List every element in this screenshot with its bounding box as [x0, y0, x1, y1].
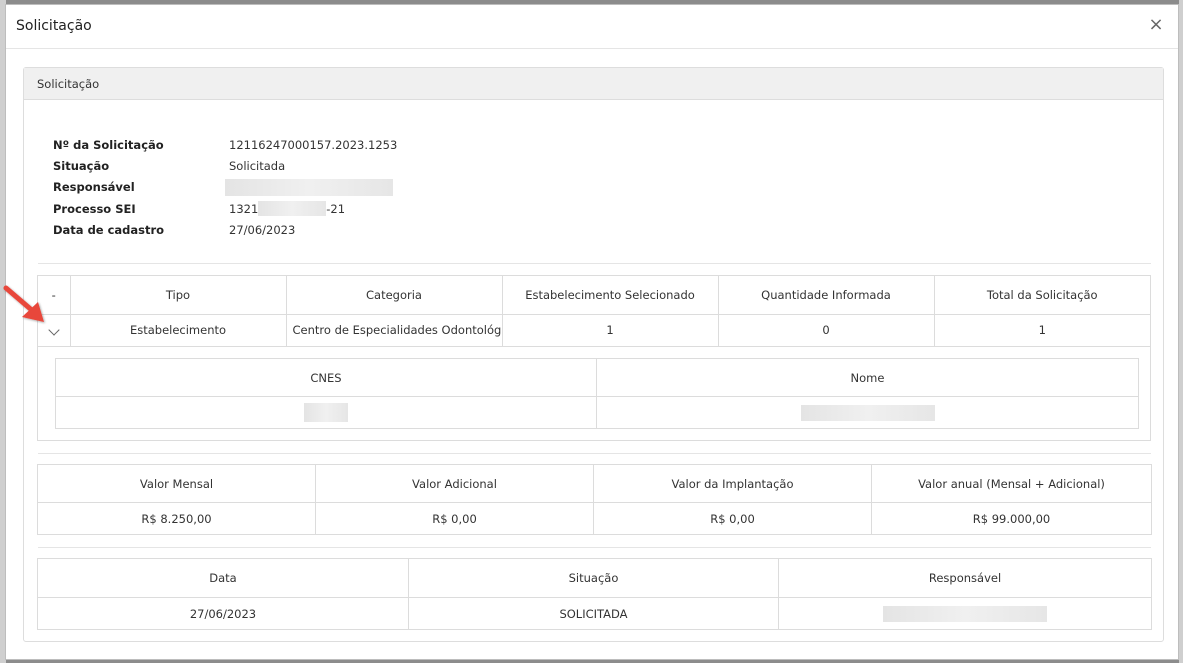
- table-row: 27/06/2023 SOLICITADA: [37, 597, 1152, 630]
- numero-value: 12116247000157.2023.1253: [229, 137, 398, 152]
- col-header-situacao: Situação: [408, 558, 779, 598]
- processo-label: Processo SEI: [53, 201, 136, 216]
- redacted-nome: [800, 404, 935, 421]
- col-header-quantidade: Quantidade Informada: [717, 276, 935, 315]
- col-header-valor-anual: Valor anual (Mensal + Adicional): [871, 464, 1152, 503]
- request-table-box: - Tipo Categoria Estabelecimento Selecio…: [37, 275, 1151, 441]
- data-cadastro-label: Data de cadastro: [53, 222, 165, 237]
- info-row-data: Data de cadastro 27/06/2023: [53, 219, 397, 240]
- chevron-down-icon[interactable]: [48, 324, 60, 336]
- cell-valor-implantacao: R$ 0,00: [593, 502, 872, 535]
- close-icon[interactable]: ×: [1146, 15, 1166, 35]
- cell-valor-anual: R$ 99.000,00: [871, 502, 1152, 535]
- divider: [38, 263, 1151, 264]
- col-header-total: Total da Solicitação: [933, 276, 1150, 315]
- info-row-situacao: Situação Solicitada: [53, 155, 397, 176]
- data-cadastro-value: 27/06/2023: [229, 222, 296, 237]
- info-row-numero: Nº da Solicitação 12116247000157.2023.12…: [53, 134, 397, 155]
- cell-valor-mensal: R$ 8.250,00: [37, 502, 316, 535]
- historico-header-row: Data Situação Responsável: [37, 558, 1152, 598]
- cnes-header-row: CNES Nome: [55, 358, 1139, 397]
- col-header-tipo: Tipo: [69, 276, 287, 315]
- redacted-responsavel: [225, 178, 393, 196]
- valores-table: Valor Mensal Valor Adicional Valor da Im…: [37, 464, 1152, 535]
- cell-quantidade: 0: [717, 313, 935, 347]
- backdrop-right: [1179, 0, 1183, 663]
- cell-valor-adicional: R$ 0,00: [315, 502, 594, 535]
- responsavel-label: Responsável: [53, 180, 135, 195]
- table-row: R$ 8.250,00 R$ 0,00 R$ 0,00 R$ 99.000,00: [37, 502, 1152, 535]
- cell-situacao: SOLICITADA: [408, 597, 779, 630]
- solicitacao-modal: Solicitação × Solicitação Nº da Solicita…: [5, 4, 1179, 660]
- historico-table: Data Situação Responsável 27/06/2023 SOL…: [37, 558, 1152, 630]
- redacted-cnes: [304, 403, 348, 422]
- divider: [38, 547, 1151, 548]
- annotation-arrow-icon: [3, 285, 44, 322]
- col-header-valor-mensal: Valor Mensal: [37, 464, 316, 503]
- col-header-valor-adicional: Valor Adicional: [315, 464, 594, 503]
- situacao-value: Solicitada: [229, 158, 286, 173]
- table-row: [55, 396, 1139, 429]
- info-row-responsavel: Responsável: [53, 177, 397, 198]
- info-row-processo: Processo SEI 1321 -21: [53, 198, 397, 219]
- modal-title: Solicitação: [16, 18, 92, 34]
- panel-heading: Solicitação: [24, 68, 1163, 100]
- processo-prefix: 1321: [229, 201, 259, 216]
- col-header-data: Data: [37, 558, 409, 598]
- col-header-valor-implantacao: Valor da Implantação: [593, 464, 872, 503]
- modal-header: Solicitação ×: [6, 5, 1178, 49]
- col-header-categoria: Categoria: [285, 276, 503, 315]
- col-header-responsavel: Responsável: [778, 558, 1152, 598]
- table-row: Estabelecimento Centro de Especialidades…: [38, 313, 1150, 347]
- col-header-cnes: CNES: [55, 358, 597, 397]
- divider: [38, 453, 1151, 454]
- numero-label: Nº da Solicitação: [53, 137, 164, 152]
- situacao-label: Situação: [53, 158, 110, 173]
- col-header-estabelecimento: Estabelecimento Selecionado: [501, 276, 719, 315]
- valores-header-row: Valor Mensal Valor Adicional Valor da Im…: [37, 464, 1152, 503]
- cell-estabelecimento: 1: [501, 313, 719, 347]
- request-table: - Tipo Categoria Estabelecimento Selecio…: [38, 276, 1150, 347]
- cnes-table: CNES Nome: [55, 358, 1139, 429]
- processo-suffix: -21: [326, 201, 346, 216]
- cell-categoria: Centro de Especialidades Odontológicas I: [285, 313, 503, 347]
- solicitacao-panel: Solicitação Nº da Solicitação 1211624700…: [23, 67, 1164, 642]
- col-header-nome: Nome: [596, 358, 1139, 397]
- cell-data: 27/06/2023: [37, 597, 409, 630]
- redacted-responsavel-historico: [883, 605, 1047, 622]
- cell-tipo: Estabelecimento: [69, 313, 287, 347]
- cell-total: 1: [933, 313, 1150, 347]
- redacted-processo: [258, 201, 327, 217]
- info-list: Nº da Solicitação 12116247000157.2023.12…: [53, 134, 397, 240]
- request-header-row: - Tipo Categoria Estabelecimento Selecio…: [38, 276, 1150, 315]
